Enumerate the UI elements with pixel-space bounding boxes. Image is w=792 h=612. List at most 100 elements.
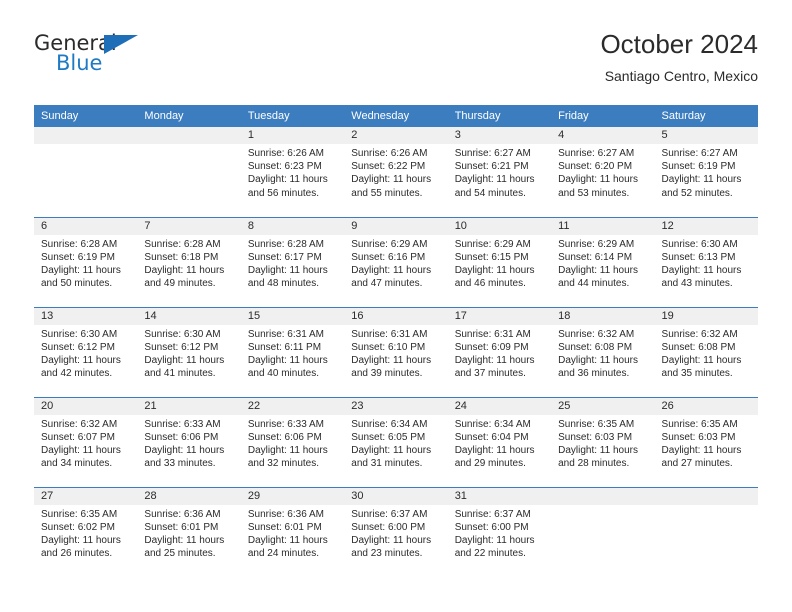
sunset-text: Sunset: 6:06 PM: [144, 431, 219, 443]
day-cell-content: 12 Sunrise: 6:30 AM Sunset: 6:13 PM Dayligh…: [654, 217, 758, 307]
calendar-day-cell[interactable]: 11 Sunrise: 6:29 AM Sunset: 6:14 PM Dayligh…: [551, 216, 655, 307]
day-cell-content: [551, 487, 655, 578]
day-cell-content: 27 Sunrise: 6:35 AM Sunset: 6:02 PM Dayligh…: [34, 487, 138, 578]
day-sun-info: Sunrise: 6:30 AM Sunset: 6:12 PM Daylight:…: [137, 325, 240, 381]
calendar-day-cell[interactable]: 22 Sunrise: 6:33 AM Sunset: 6:06 PM Dayligh…: [240, 396, 345, 487]
calendar-day-cell[interactable]: 7 Sunrise: 6:28 AM Sunset: 6:18 PM Daylight…: [137, 216, 241, 307]
day-cell-content: 18 Sunrise: 6:32 AM Sunset: 6:08 PM Dayligh…: [551, 307, 655, 397]
day-cell-content: 29 Sunrise: 6:36 AM Sunset: 6:01 PM Dayligh…: [240, 487, 345, 578]
daylight-text: Daylight: 11 hours and 28 minutes.: [558, 444, 638, 470]
daylight-text: Daylight: 11 hours and 37 minutes.: [454, 354, 535, 380]
calendar-day-cell[interactable]: 3 Sunrise: 6:27 AM Sunset: 6:21 PM Daylight…: [447, 127, 552, 217]
day-number: 17: [447, 307, 552, 325]
day-sun-info: Sunrise: 6:33 AM Sunset: 6:06 PM Daylight:…: [137, 415, 240, 471]
day-number: 9: [344, 217, 448, 235]
sunrise-text: Sunrise: 6:36 AM: [144, 508, 221, 520]
day-sun-info: Sunrise: 6:27 AM Sunset: 6:19 PM Daylight:…: [655, 144, 758, 200]
sunset-text: Sunset: 6:20 PM: [558, 161, 633, 173]
daylight-text: Daylight: 11 hours and 32 minutes.: [247, 444, 328, 470]
sunrise-text: Sunrise: 6:37 AM: [351, 508, 428, 520]
day-sun-info: Sunrise: 6:35 AM Sunset: 6:03 PM Daylight:…: [655, 415, 758, 471]
day-sun-info: Sunrise: 6:28 AM Sunset: 6:19 PM Daylight:…: [34, 235, 137, 291]
day-sun-info: Sunrise: 6:32 AM Sunset: 6:08 PM Daylight:…: [551, 325, 654, 381]
calendar-day-cell[interactable]: 13 Sunrise: 6:30 AM Sunset: 6:12 PM Dayligh…: [34, 306, 138, 397]
calendar-day-cell[interactable]: 30 Sunrise: 6:37 AM Sunset: 6:00 PM Dayligh…: [344, 486, 448, 578]
day-cell-content: [654, 487, 758, 578]
daylight-text: Daylight: 11 hours and 48 minutes.: [247, 264, 328, 290]
day-number: 21: [137, 397, 241, 415]
daylight-text: Daylight: 11 hours and 33 minutes.: [144, 444, 225, 470]
calendar-day-cell[interactable]: 1 Sunrise: 6:26 AM Sunset: 6:23 PM Daylight…: [240, 127, 345, 217]
sunrise-text: Sunrise: 6:32 AM: [558, 328, 635, 340]
weekday-header-thursday: Thursday: [447, 105, 552, 127]
day-number: 29: [240, 487, 345, 505]
calendar-day-cell[interactable]: 4 Sunrise: 6:27 AM Sunset: 6:20 PM Daylight…: [551, 127, 655, 217]
weekday-header-saturday: Saturday: [654, 105, 758, 127]
daylight-text: Daylight: 11 hours and 46 minutes.: [454, 264, 535, 290]
sunrise-text: Sunrise: 6:34 AM: [454, 418, 531, 430]
sunrise-text: Sunrise: 6:32 AM: [41, 418, 118, 430]
sunrise-text: Sunrise: 6:36 AM: [247, 508, 324, 520]
calendar-day-cell[interactable]: 6 Sunrise: 6:28 AM Sunset: 6:19 PM Daylight…: [34, 216, 138, 307]
calendar-day-cell[interactable]: 2 Sunrise: 6:26 AM Sunset: 6:22 PM Daylight…: [344, 127, 448, 217]
day-sun-info: Sunrise: 6:29 AM Sunset: 6:15 PM Daylight:…: [448, 235, 551, 291]
day-sun-info: Sunrise: 6:35 AM Sunset: 6:03 PM Daylight:…: [551, 415, 654, 471]
calendar-day-cell[interactable]: 9 Sunrise: 6:29 AM Sunset: 6:16 PM Daylight…: [344, 216, 448, 307]
daylight-text: Daylight: 11 hours and 27 minutes.: [661, 444, 742, 470]
calendar-day-cell[interactable]: 21 Sunrise: 6:33 AM Sunset: 6:06 PM Dayligh…: [137, 396, 241, 487]
day-number: 7: [137, 217, 241, 235]
calendar-day-cell[interactable]: 19 Sunrise: 6:32 AM Sunset: 6:08 PM Dayligh…: [654, 306, 758, 397]
daylight-text: Daylight: 11 hours and 34 minutes.: [41, 444, 121, 470]
day-sun-info: Sunrise: 6:32 AM Sunset: 6:07 PM Daylight:…: [34, 415, 137, 471]
day-cell-content: 26 Sunrise: 6:35 AM Sunset: 6:03 PM Dayligh…: [654, 397, 758, 487]
day-number: 22: [240, 397, 345, 415]
sunrise-text: Sunrise: 6:26 AM: [247, 148, 324, 159]
day-number: 13: [34, 307, 138, 325]
page-title: October 2024: [600, 29, 758, 59]
day-number: 28: [137, 487, 241, 505]
calendar-day-cell[interactable]: 25 Sunrise: 6:35 AM Sunset: 6:03 PM Dayligh…: [551, 396, 655, 487]
calendar-day-cell[interactable]: 20 Sunrise: 6:32 AM Sunset: 6:07 PM Dayligh…: [34, 396, 138, 487]
calendar-day-cell[interactable]: 10 Sunrise: 6:29 AM Sunset: 6:15 PM Dayligh…: [447, 216, 552, 307]
generalblue-logo[interactable]: General Blue: [34, 32, 154, 88]
calendar-week-row: 27 Sunrise: 6:35 AM Sunset: 6:02 PM Dayligh…: [34, 486, 758, 578]
day-number: 20: [34, 397, 138, 415]
day-cell-content: 15 Sunrise: 6:31 AM Sunset: 6:11 PM Dayligh…: [240, 307, 345, 397]
calendar-day-cell[interactable]: 14 Sunrise: 6:30 AM Sunset: 6:12 PM Dayligh…: [137, 306, 241, 397]
logo-text-blue: Blue: [56, 51, 103, 75]
calendar-day-cell[interactable]: 17 Sunrise: 6:31 AM Sunset: 6:09 PM Dayligh…: [447, 306, 552, 397]
sunset-text: Sunset: 6:21 PM: [454, 161, 529, 173]
calendar-day-cell[interactable]: 18 Sunrise: 6:32 AM Sunset: 6:08 PM Dayligh…: [551, 306, 655, 397]
calendar-day-cell[interactable]: 27 Sunrise: 6:35 AM Sunset: 6:02 PM Dayligh…: [34, 486, 138, 578]
calendar-day-cell[interactable]: 29 Sunrise: 6:36 AM Sunset: 6:01 PM Dayligh…: [240, 486, 345, 578]
daylight-text: Daylight: 11 hours and 31 minutes.: [351, 444, 432, 470]
sunset-text: Sunset: 6:12 PM: [144, 341, 219, 353]
daylight-text: Daylight: 11 hours and 29 minutes.: [454, 444, 535, 470]
day-cell-content: 7 Sunrise: 6:28 AM Sunset: 6:18 PM Daylight…: [137, 217, 241, 307]
day-sun-info: [137, 144, 240, 147]
calendar-day-cell[interactable]: 8 Sunrise: 6:28 AM Sunset: 6:17 PM Daylight…: [240, 216, 345, 307]
calendar-day-cell[interactable]: 23 Sunrise: 6:34 AM Sunset: 6:05 PM Dayligh…: [344, 396, 448, 487]
day-sun-info: Sunrise: 6:31 AM Sunset: 6:09 PM Daylight:…: [448, 325, 551, 381]
calendar-day-cell[interactable]: 24 Sunrise: 6:34 AM Sunset: 6:04 PM Dayligh…: [447, 396, 552, 487]
day-number: 8: [240, 217, 345, 235]
calendar-day-cell[interactable]: 15 Sunrise: 6:31 AM Sunset: 6:11 PM Dayligh…: [240, 306, 345, 397]
calendar-day-cell[interactable]: 5 Sunrise: 6:27 AM Sunset: 6:19 PM Daylight…: [654, 127, 758, 217]
sunrise-text: Sunrise: 6:33 AM: [247, 418, 324, 430]
calendar-day-cell[interactable]: 28 Sunrise: 6:36 AM Sunset: 6:01 PM Dayligh…: [137, 486, 241, 577]
day-cell-content: 31 Sunrise: 6:37 AM Sunset: 6:00 PM Dayligh…: [447, 487, 552, 578]
calendar-day-cell[interactable]: 26 Sunrise: 6:35 AM Sunset: 6:03 PM Dayligh…: [654, 396, 758, 487]
sunset-text: Sunset: 6:01 PM: [247, 521, 322, 533]
calendar-day-cell[interactable]: 12 Sunrise: 6:30 AM Sunset: 6:13 PM Dayligh…: [654, 216, 758, 307]
daylight-text: Daylight: 11 hours and 25 minutes.: [144, 534, 225, 560]
calendar-day-cell[interactable]: 31 Sunrise: 6:37 AM Sunset: 6:00 PM Dayligh…: [447, 486, 552, 578]
sunset-text: Sunset: 6:23 PM: [247, 161, 322, 173]
calendar-day-cell[interactable]: 16 Sunrise: 6:31 AM Sunset: 6:10 PM Dayligh…: [344, 306, 448, 397]
weekday-header-sunday: Sunday: [34, 105, 138, 127]
sunrise-text: Sunrise: 6:31 AM: [454, 328, 531, 340]
daylight-text: Daylight: 11 hours and 43 minutes.: [661, 264, 742, 290]
day-cell-content: 30 Sunrise: 6:37 AM Sunset: 6:00 PM Dayligh…: [344, 487, 448, 578]
weekday-header-tuesday: Tuesday: [240, 105, 345, 127]
sunrise-text: Sunrise: 6:28 AM: [41, 238, 118, 250]
daylight-text: Daylight: 11 hours and 44 minutes.: [558, 264, 638, 290]
